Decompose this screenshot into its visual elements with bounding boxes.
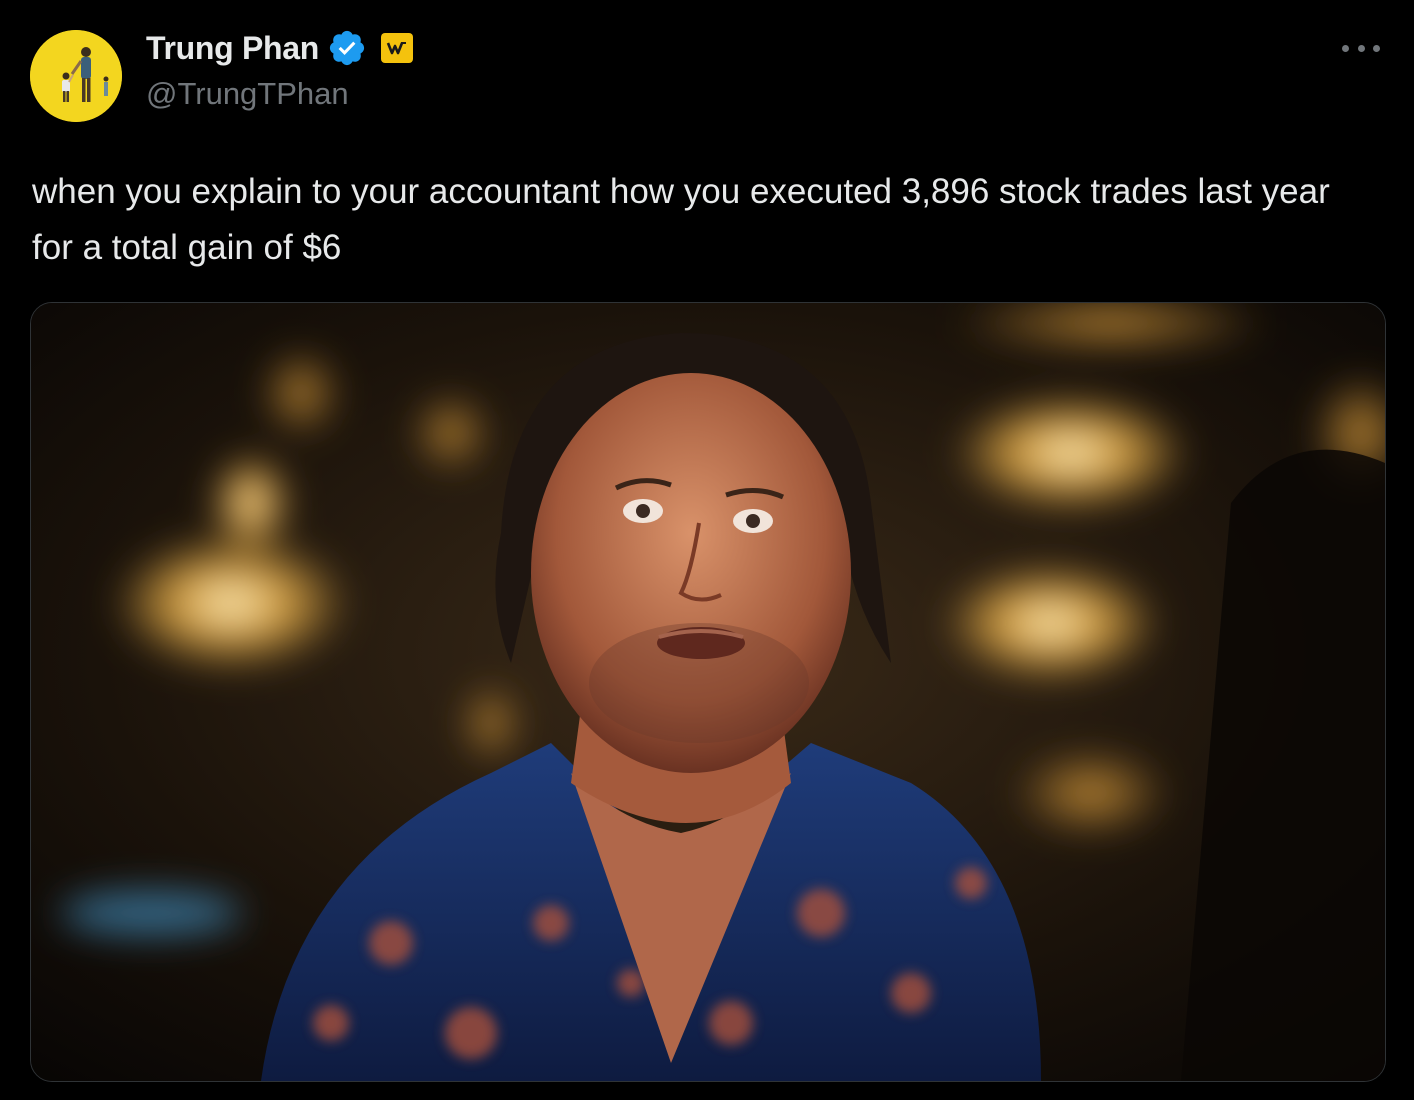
author-handle[interactable]: @TrungTPhan [146,76,349,112]
w-affiliate-badge-icon[interactable] [381,33,414,63]
shocked-man-in-patterned-shirt-photo-icon [31,303,1385,1081]
verified-badge-icon[interactable] [327,28,367,68]
tweet-text: when you explain to your accountant how … [32,172,1330,267]
tweet[interactable]: Trung Phan @TrungTPhan when you explain … [0,0,1414,1100]
author-display-name[interactable]: Trung Phan [146,30,319,67]
author-avatar[interactable] [30,30,122,122]
more-horizontal-icon[interactable] [1342,40,1380,56]
tweet-media-photo[interactable] [30,302,1386,1082]
dot [1357,44,1365,52]
dot [1342,44,1349,52]
person-with-child-avatar-icon [30,30,122,122]
dot [1373,44,1380,52]
author-name-row: Trung Phan [146,28,414,68]
